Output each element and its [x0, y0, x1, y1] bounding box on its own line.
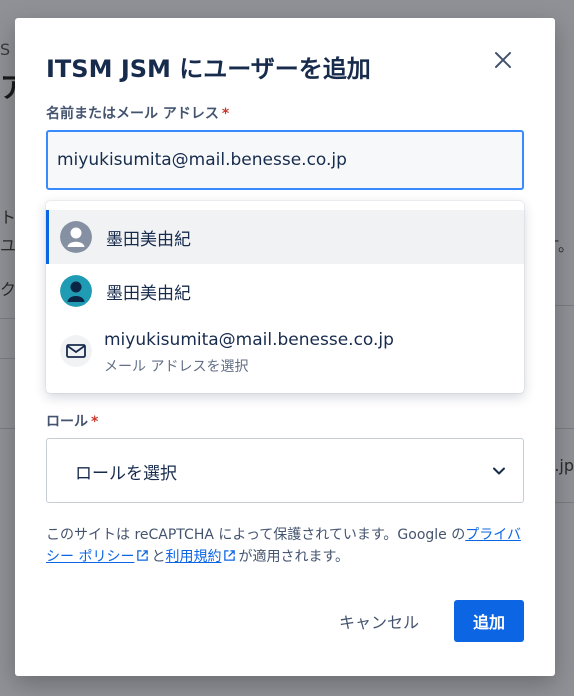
recaptcha-notice: このサイトは reCAPTCHA によって保護されています。Google のプラ…: [46, 527, 521, 565]
background-divider: [0, 428, 15, 429]
suggestion-name: 墨田美由紀: [106, 229, 191, 250]
role-select-placeholder: ロールを選択: [75, 464, 177, 484]
required-mark: *: [91, 414, 99, 430]
role-field-label: ロール *: [46, 414, 99, 430]
email-field-label: 名前またはメール アドレス *: [46, 106, 230, 122]
teal-user-avatar-icon: [60, 275, 92, 307]
background-divider: [0, 358, 15, 359]
external-link-icon: [137, 550, 149, 561]
mail-icon: [60, 335, 92, 367]
default-user-avatar-icon: [60, 221, 92, 253]
background-fragment: S: [0, 40, 11, 59]
cancel-button[interactable]: キャンセル: [324, 600, 434, 642]
chevron-down-icon: [493, 467, 505, 475]
background-fragment: ユ: [0, 236, 17, 255]
user-suggestion-list: 墨田美由紀 墨田美由紀 miyukisumita@mail.benesse.co…: [46, 201, 524, 393]
suggestion-email-hint: メール アドレスを選択: [104, 359, 249, 375]
suggestion-name: 墨田美由紀: [106, 283, 191, 304]
close-icon: [495, 52, 511, 68]
background-fragment: .jp: [554, 456, 574, 475]
background-divider: [0, 318, 15, 319]
close-button[interactable]: [489, 46, 517, 74]
suggestion-email: miyukisumita@mail.benesse.co.jp: [104, 330, 394, 350]
suggestion-option-user[interactable]: 墨田美由紀: [46, 210, 524, 264]
external-link-icon: [224, 550, 236, 561]
required-mark: *: [221, 106, 230, 122]
add-user-dialog: ITSM JSM にユーザーを追加 名前またはメール アドレス* 墨田美由紀: [15, 18, 555, 676]
terms-of-service-link[interactable]: 利用規約: [165, 549, 221, 565]
background-divider: [555, 305, 574, 306]
background-divider: [555, 502, 574, 503]
suggestion-option-user[interactable]: 墨田美由紀: [46, 264, 524, 318]
suggestion-option-email[interactable]: miyukisumita@mail.benesse.co.jp メール アドレス…: [46, 318, 524, 384]
dialog-title: ITSM JSM にユーザーを追加: [46, 55, 371, 83]
background-fragment: ク: [0, 280, 17, 299]
role-select[interactable]: ロールを選択: [46, 438, 524, 503]
background-divider: [555, 428, 574, 429]
name-or-email-input[interactable]: [46, 130, 524, 190]
background-fragment: ト: [0, 208, 17, 227]
add-button[interactable]: 追加: [454, 600, 524, 642]
